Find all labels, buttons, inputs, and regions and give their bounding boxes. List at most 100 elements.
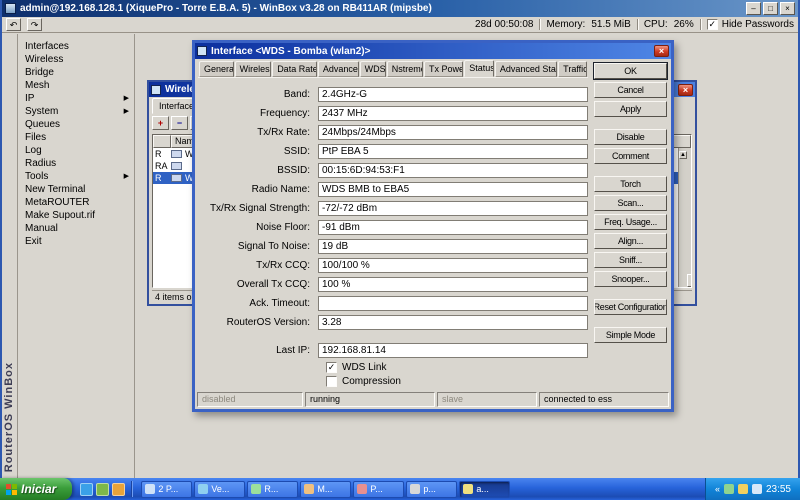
cancel-button[interactable]: Cancel bbox=[594, 82, 667, 98]
taskbar-window-button[interactable]: p... bbox=[406, 480, 458, 498]
taskbar-window-button[interactable]: R... bbox=[247, 480, 299, 498]
winbox-app-icon bbox=[5, 3, 16, 14]
brand-strip: RouterOS WinBox bbox=[2, 34, 18, 478]
hide-passwords-checkbox[interactable]: ✓ Hide Passwords bbox=[706, 19, 794, 30]
reset-configuration-button[interactable]: Reset Configuration bbox=[594, 299, 667, 315]
sidebar-item-label: Log bbox=[25, 145, 42, 156]
checkbox-box: ✓ bbox=[326, 362, 337, 373]
wds-link-checkbox[interactable]: ✓ WDS Link bbox=[326, 361, 588, 374]
quick-launch bbox=[72, 478, 138, 500]
minimize-icon[interactable]: – bbox=[746, 2, 761, 15]
field-label: Radio Name: bbox=[251, 184, 310, 195]
torch-button[interactable]: Torch bbox=[594, 176, 667, 192]
tab-general[interactable]: General bbox=[199, 61, 234, 77]
tab-advanced[interactable]: Advanced bbox=[317, 61, 359, 77]
sidebar-item-label: New Terminal bbox=[25, 184, 86, 195]
snooper-button[interactable]: Snooper... bbox=[594, 271, 667, 287]
tab-wireless[interactable]: Wireless bbox=[234, 61, 272, 77]
sidebar-item-ip[interactable]: IP ▶ bbox=[18, 92, 134, 105]
quicklaunch-desktop-icon[interactable] bbox=[96, 482, 110, 496]
tab-tx-power[interactable]: Tx Power bbox=[423, 61, 464, 77]
taskbar-window-button[interactable]: Ve... bbox=[194, 480, 246, 498]
scroll-up-icon[interactable]: ▲ bbox=[679, 151, 687, 159]
taskbar-window-button[interactable]: 2 P... bbox=[141, 480, 193, 498]
sniff-button[interactable]: Sniff... bbox=[594, 252, 667, 268]
sidebar-item-wireless[interactable]: Wireless bbox=[18, 53, 134, 66]
vertical-scrollbar[interactable]: ▲ ▼ bbox=[678, 148, 691, 287]
sidebar-item-interfaces[interactable]: Interfaces bbox=[18, 40, 134, 53]
simple-mode-button[interactable]: Simple Mode bbox=[594, 327, 667, 343]
tab-wds[interactable]: WDS bbox=[359, 61, 386, 77]
taskbar-window-button-active[interactable]: a... bbox=[459, 480, 511, 498]
sidebar-item-queues[interactable]: Queues bbox=[18, 118, 134, 131]
row-flags: R bbox=[155, 173, 162, 183]
start-button[interactable]: Iniciar bbox=[0, 478, 73, 500]
freq-usage-button[interactable]: Freq. Usage... bbox=[594, 214, 667, 230]
app-body: RouterOS WinBox Interfaces Wireless Brid… bbox=[2, 34, 798, 478]
add-button[interactable]: + bbox=[152, 116, 169, 130]
app-titlebar[interactable]: admin@192.168.128.1 (XiquePro - Torre E.… bbox=[2, 0, 798, 17]
field-label: Ack. Timeout: bbox=[249, 298, 310, 309]
band-value: 2.4GHz-G bbox=[318, 87, 588, 102]
tray-chevron-icon[interactable]: « bbox=[715, 484, 720, 494]
hide-passwords-label: Hide Passwords bbox=[721, 19, 794, 30]
sidebar-item-manual[interactable]: Manual bbox=[18, 222, 134, 235]
scroll-down-icon[interactable]: ▼ bbox=[686, 274, 691, 287]
tab-status[interactable]: Status bbox=[464, 60, 494, 77]
quicklaunch-browser-icon[interactable] bbox=[80, 482, 94, 496]
tab-traffic[interactable]: Traffic bbox=[558, 61, 588, 77]
comment-button[interactable]: Comment bbox=[594, 148, 667, 164]
field-label: Signal To Noise: bbox=[237, 241, 310, 252]
sidebar-item-exit[interactable]: Exit bbox=[18, 235, 134, 248]
taskbar-button-label: p... bbox=[423, 484, 436, 494]
ssid-value: PtP EBA 5 bbox=[318, 144, 588, 159]
sidebar-item-files[interactable]: Files bbox=[18, 131, 134, 144]
tray-volume-icon[interactable] bbox=[737, 484, 748, 494]
ok-button[interactable]: OK bbox=[593, 62, 668, 80]
taskbar-window-button[interactable]: M... bbox=[300, 480, 352, 498]
disable-button[interactable]: Disable bbox=[594, 129, 667, 145]
tray-network-icon[interactable] bbox=[751, 484, 762, 494]
close-icon[interactable]: × bbox=[780, 2, 795, 15]
sidebar-item-metarouter[interactable]: MetaROUTER bbox=[18, 196, 134, 209]
scan-button[interactable]: Scan... bbox=[594, 195, 667, 211]
align-button[interactable]: Align... bbox=[594, 233, 667, 249]
sidebar-item-tools[interactable]: Tools ▶ bbox=[18, 170, 134, 183]
tray-security-icon[interactable] bbox=[723, 484, 734, 494]
sidebar-item-new-terminal[interactable]: New Terminal bbox=[18, 183, 134, 196]
sidebar-item-mesh[interactable]: Mesh bbox=[18, 79, 134, 92]
dialog-titlebar[interactable]: Interface <WDS - Bomba (wlan2)> × bbox=[195, 43, 671, 59]
column-header-flags[interactable] bbox=[153, 135, 171, 148]
sidebar-item-bridge[interactable]: Bridge bbox=[18, 66, 134, 79]
sidebar-item-log[interactable]: Log bbox=[18, 144, 134, 157]
tab-data-rates[interactable]: Data Rates bbox=[272, 61, 317, 77]
sidebar-item-make-supout[interactable]: Make Supout.rif bbox=[18, 209, 134, 222]
sidebar-item-system[interactable]: System ▶ bbox=[18, 105, 134, 118]
taskbar-button-label: Ve... bbox=[211, 484, 230, 494]
apply-button[interactable]: Apply bbox=[594, 101, 667, 117]
row-flags: RA bbox=[155, 161, 168, 171]
sidebar-item-label: Exit bbox=[25, 236, 42, 247]
sidebar-item-radius[interactable]: Radius bbox=[18, 157, 134, 170]
close-icon[interactable]: × bbox=[678, 83, 693, 96]
taskbar-window-button[interactable]: P... bbox=[353, 480, 405, 498]
wmm-enabled-checkbox[interactable]: WMM Enabled bbox=[326, 389, 588, 390]
dialog-button-column: OK Cancel Apply Disable Comment Torch Sc… bbox=[591, 59, 671, 390]
redo-icon[interactable]: ↷ bbox=[27, 18, 42, 31]
tab-nstreme[interactable]: Nstreme bbox=[386, 61, 423, 77]
remove-button[interactable]: − bbox=[171, 116, 188, 130]
dialog-statusbar: disabled running slave connected to ess bbox=[197, 392, 669, 407]
undo-icon[interactable]: ↶ bbox=[6, 18, 21, 31]
quicklaunch-app-icon[interactable] bbox=[112, 482, 126, 496]
window-icon bbox=[410, 484, 421, 494]
window-icon bbox=[304, 484, 315, 494]
tx-rx-ccq-value: 100/100 % bbox=[318, 258, 588, 273]
status-running: running bbox=[305, 392, 435, 407]
compression-checkbox[interactable]: Compression bbox=[326, 375, 588, 388]
maximize-icon[interactable]: □ bbox=[763, 2, 778, 15]
close-icon[interactable]: × bbox=[654, 45, 669, 57]
taskbar-window-buttons: 2 P... Ve... R... M... P... p... a... bbox=[138, 478, 705, 500]
window-icon bbox=[251, 484, 262, 494]
clock[interactable]: 23:55 bbox=[766, 484, 791, 495]
tab-advanced-status[interactable]: Advanced Status bbox=[494, 61, 558, 77]
